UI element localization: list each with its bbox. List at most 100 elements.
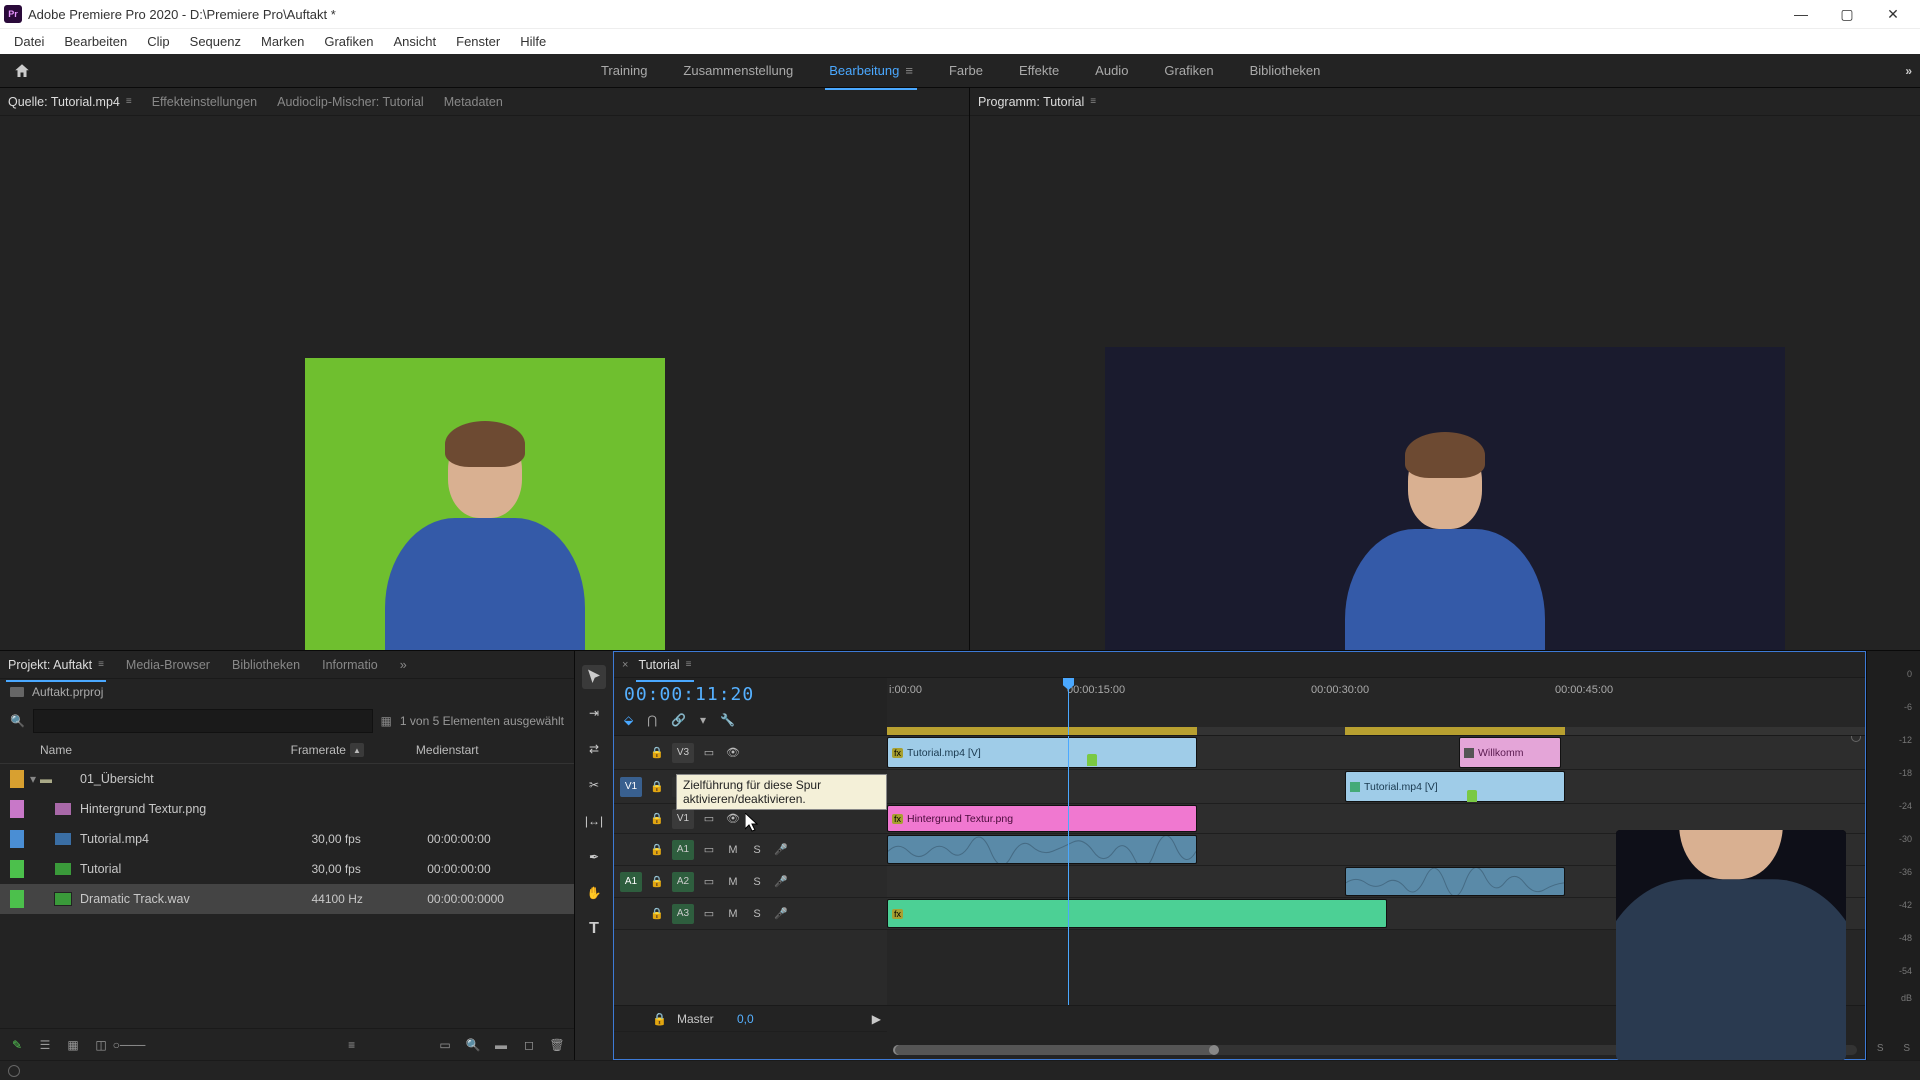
automate-to-seq-icon[interactable]: ▭ <box>436 1037 454 1053</box>
selection-tool[interactable] <box>582 665 606 689</box>
freeform-view-icon[interactable]: ◫ <box>92 1037 110 1053</box>
razor-tool[interactable]: ✂ <box>582 773 606 797</box>
sync-lock-icon[interactable]: ▭ <box>700 907 718 920</box>
master-track-header[interactable]: 🔒 Master 0,0 ▶ <box>614 1006 887 1032</box>
project-row-image[interactable]: Hintergrund Textur.png <box>0 794 574 824</box>
mute-button[interactable]: M <box>724 844 742 856</box>
filter-bin-icon[interactable]: ▦ <box>381 714 392 728</box>
hand-tool[interactable]: ✋ <box>582 881 606 905</box>
clip-marker[interactable] <box>1087 754 1097 766</box>
workspace-effekte[interactable]: Effekte <box>1015 57 1063 84</box>
tab-program[interactable]: Programm: Tutorial≡ <box>976 91 1098 113</box>
solo-button[interactable]: S <box>748 844 766 856</box>
type-tool[interactable]: T <box>582 917 606 941</box>
slip-tool[interactable]: |↔| <box>582 809 606 833</box>
tab-source[interactable]: Quelle: Tutorial.mp4≡ <box>6 91 134 113</box>
delete-icon[interactable]: 🗑 <box>548 1037 566 1053</box>
sort-icons-icon[interactable]: ≡ <box>343 1037 361 1053</box>
tab-overflow-icon[interactable]: » <box>398 654 409 676</box>
menu-marken[interactable]: Marken <box>251 30 314 53</box>
menu-bearbeiten[interactable]: Bearbeiten <box>54 30 137 53</box>
clip-audio-a1[interactable] <box>887 835 1197 864</box>
tab-sequence[interactable]: Tutorial≡ <box>636 654 693 676</box>
workspace-farbe[interactable]: Farbe <box>945 57 987 84</box>
lock-icon[interactable]: 🔒 <box>648 746 666 759</box>
source-patch-a1[interactable]: A1 <box>620 872 642 892</box>
linked-selection-icon[interactable]: 🔗 <box>671 713 686 727</box>
sync-lock-icon[interactable]: ▭ <box>700 812 718 825</box>
clip-audio-a3[interactable]: fx <box>887 899 1387 928</box>
icon-view-icon[interactable]: ▦ <box>64 1037 82 1053</box>
home-button[interactable] <box>8 57 36 85</box>
track-target-v1[interactable]: V1 <box>672 809 694 829</box>
lock-icon[interactable]: 🔒 <box>652 1012 667 1026</box>
clip-hintergrund[interactable]: fx Hintergrund Textur.png <box>887 805 1197 832</box>
workspace-training[interactable]: Training <box>597 57 651 84</box>
lock-icon[interactable]: 🔒 <box>648 875 666 888</box>
tab-info[interactable]: Informatio <box>320 654 380 676</box>
write-mode-icon[interactable]: ✎ <box>8 1037 26 1053</box>
clip-tutorial-v2[interactable]: Tutorial.mp4 [V] <box>1345 771 1565 802</box>
playhead[interactable] <box>1068 678 1069 735</box>
close-sequence-icon[interactable]: × <box>622 659 628 671</box>
maximize-button[interactable]: ▢ <box>1824 0 1870 28</box>
workspace-audio[interactable]: Audio <box>1091 57 1132 84</box>
timeline-timecode[interactable]: 00:00:11:20 <box>624 684 877 705</box>
track-header-v3[interactable]: 🔒 V3 ▭ 👁 <box>614 736 887 770</box>
project-row-sequence[interactable]: Tutorial 30,00 fps 00:00:00:00 <box>0 854 574 884</box>
workspace-menu-icon[interactable]: ≡ <box>905 63 913 78</box>
menu-ansicht[interactable]: Ansicht <box>383 30 446 53</box>
toggle-output-icon[interactable]: 👁 <box>724 746 742 759</box>
column-name[interactable]: Name <box>10 743 291 757</box>
column-framerate[interactable]: Framerate ▲ <box>291 743 416 757</box>
project-row-video[interactable]: Tutorial.mp4 30,00 fps 00:00:00:00 <box>0 824 574 854</box>
menu-datei[interactable]: Datei <box>4 30 54 53</box>
menu-clip[interactable]: Clip <box>137 30 179 53</box>
minimize-button[interactable]: — <box>1778 0 1824 28</box>
lock-icon[interactable]: 🔒 <box>648 907 666 920</box>
clip-audio-a2[interactable] <box>1345 867 1565 896</box>
new-bin-icon[interactable]: ▬ <box>492 1037 510 1053</box>
clip-marker[interactable] <box>1467 790 1477 802</box>
timeline-ruler[interactable]: i:00:00 00:00:15:00 00:00:30:00 00:00:45… <box>887 678 1865 735</box>
sort-asc-icon[interactable]: ▲ <box>350 743 364 757</box>
list-view-icon[interactable]: ☰ <box>36 1037 54 1053</box>
find-icon[interactable]: 🔍 <box>464 1037 482 1053</box>
solo-left[interactable]: S <box>1877 1043 1884 1054</box>
pen-tool[interactable]: ✒ <box>582 845 606 869</box>
lock-icon[interactable]: 🔒 <box>648 780 666 793</box>
timeline-settings-icon[interactable]: 🔧 <box>720 713 735 727</box>
tab-effect-controls[interactable]: Effekteinstellungen <box>150 91 259 113</box>
sync-lock-icon[interactable]: ▭ <box>700 746 718 759</box>
ripple-edit-tool[interactable]: ⇄ <box>582 737 606 761</box>
voice-over-icon[interactable]: 🎤 <box>772 875 790 888</box>
voice-over-icon[interactable]: 🎤 <box>772 843 790 856</box>
tab-media-browser[interactable]: Media-Browser <box>124 654 212 676</box>
tab-audio-clip-mixer[interactable]: Audioclip-Mischer: Tutorial <box>275 91 426 113</box>
sync-lock-icon[interactable]: ▭ <box>700 843 718 856</box>
master-value[interactable]: 0,0 <box>737 1012 754 1026</box>
zoom-slider-icon[interactable]: ○─── <box>120 1037 138 1053</box>
lock-icon[interactable]: 🔒 <box>648 812 666 825</box>
project-row-audio[interactable]: Dramatic Track.wav 44100 Hz 00:00:00:000… <box>0 884 574 914</box>
workspace-overflow-icon[interactable]: » <box>1905 64 1912 78</box>
project-row-bin[interactable]: ▾▬ 01_Übersicht <box>0 764 574 794</box>
solo-button[interactable]: S <box>748 876 766 888</box>
new-item-icon[interactable]: ◻ <box>520 1037 538 1053</box>
mute-button[interactable]: M <box>724 876 742 888</box>
tab-project[interactable]: Projekt: Auftakt≡ <box>6 654 106 676</box>
solo-right[interactable]: S <box>1903 1043 1910 1054</box>
menu-sequenz[interactable]: Sequenz <box>180 30 251 53</box>
tab-menu-icon[interactable]: ≡ <box>686 659 692 670</box>
marker-icon[interactable]: ▾ <box>700 713 706 727</box>
close-button[interactable]: ✕ <box>1870 0 1916 28</box>
master-output-icon[interactable]: ▶ <box>872 1012 881 1026</box>
track-header-a3[interactable]: 🔒 A3 ▭ M S 🎤 <box>614 898 887 930</box>
workspace-bearbeitung[interactable]: Bearbeitung≡ <box>825 57 917 84</box>
workspace-bibliotheken[interactable]: Bibliotheken <box>1246 57 1325 84</box>
solo-button[interactable]: S <box>748 908 766 920</box>
menu-fenster[interactable]: Fenster <box>446 30 510 53</box>
track-header-v2[interactable]: V1 🔒 V Zielführung für diese Spur aktivi… <box>614 770 887 804</box>
sync-lock-icon[interactable]: ▭ <box>700 875 718 888</box>
tab-menu-icon[interactable]: ≡ <box>126 96 132 107</box>
